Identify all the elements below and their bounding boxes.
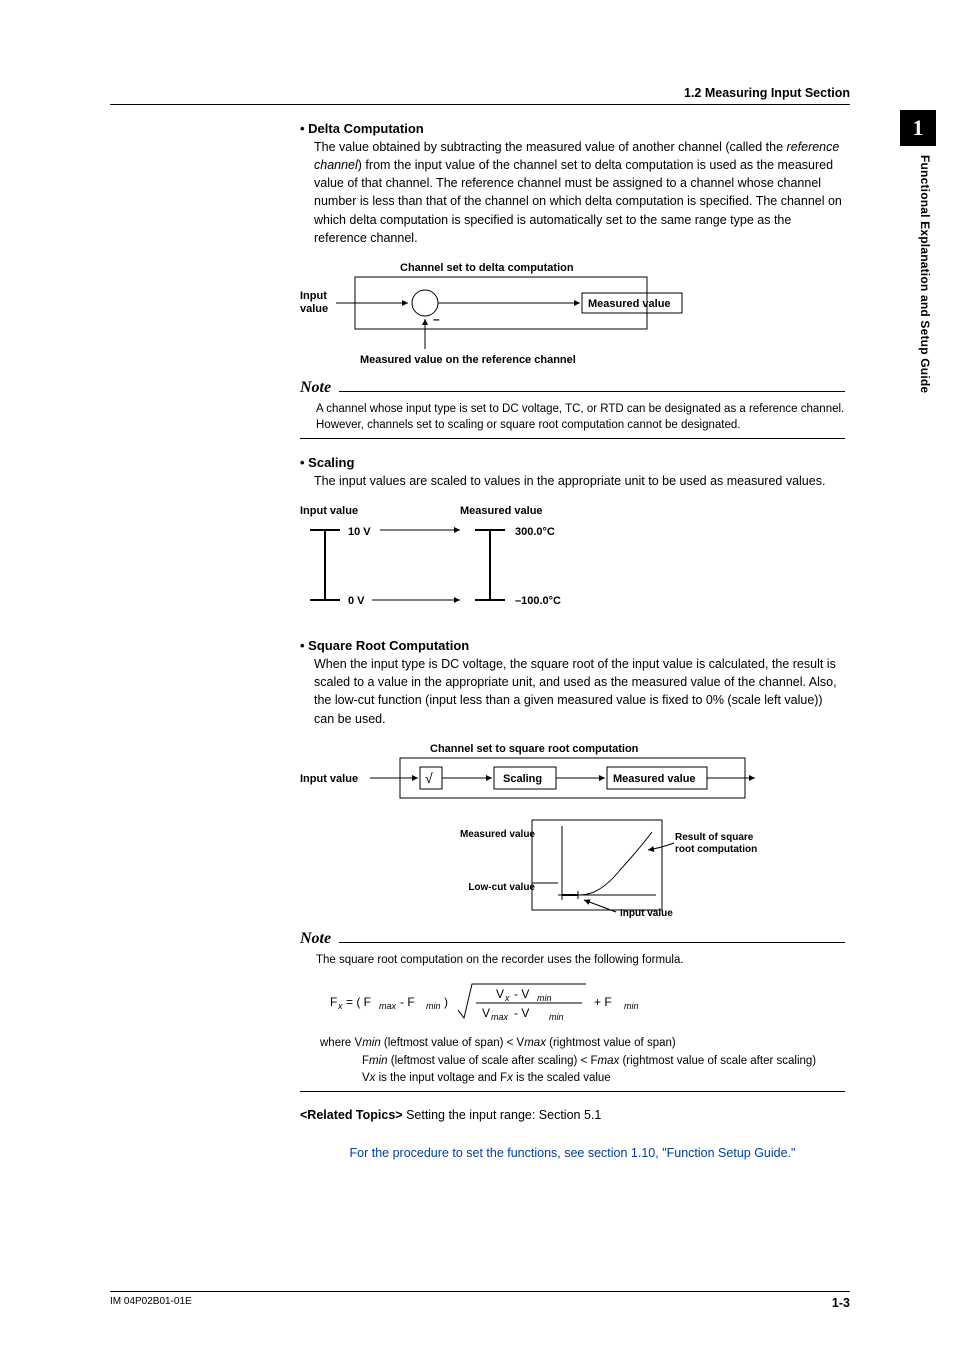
- fig-sqrt: Channel set to square root computation I…: [300, 740, 845, 920]
- page-content: 1.2 Measuring Input Section Delta Comput…: [110, 70, 850, 1160]
- where-2: Fmin (leftmost value of scale after scal…: [362, 1053, 845, 1070]
- note-rule: [339, 391, 845, 392]
- note-heading-1: Note: [300, 379, 845, 397]
- note-rule-end-2: [300, 1091, 845, 1092]
- l-result1: Result of square: [675, 832, 754, 843]
- l-measured: Measured value: [588, 298, 671, 310]
- note-intro: The square root computation on the recor…: [316, 952, 845, 969]
- note-heading-2: Note: [300, 930, 845, 948]
- note-label: Note: [300, 379, 331, 397]
- l-ivaxis: Input value: [620, 908, 673, 919]
- note-label-2: Note: [300, 930, 331, 948]
- l-out: Measured value: [460, 505, 543, 517]
- body-scaling: The input values are scaled to values in…: [314, 472, 845, 490]
- t2: ) from the input value of the channel se…: [314, 158, 842, 245]
- fig-delta: Channel set to delta computation Input v…: [300, 259, 845, 369]
- minus-sign: –: [433, 312, 440, 326]
- svg-text:min: min: [549, 1012, 564, 1022]
- l-value: value: [300, 303, 328, 315]
- svg-text:min: min: [426, 1001, 441, 1011]
- fig-title: Channel set to delta computation: [400, 262, 574, 274]
- svg-text:= ( F: = ( F: [346, 995, 371, 1009]
- heading-sqrt: Square Root Computation: [300, 638, 845, 653]
- svg-text:F: F: [330, 995, 337, 1009]
- main-content: Delta Computation The value obtained by …: [300, 121, 845, 1160]
- in-hi: 10 V: [348, 526, 371, 538]
- l-result2: root computation: [675, 844, 757, 855]
- body-sqrt: When the input type is DC voltage, the s…: [314, 655, 845, 728]
- related-topics: <Related Topics> Setting the input range…: [300, 1108, 845, 1122]
- side-label: Functional Explanation and Setup Guide: [918, 155, 932, 393]
- delta-diagram: Channel set to delta computation Input v…: [300, 259, 740, 369]
- fig-scaling: Input value Measured value 10 V 0 V 300.…: [300, 502, 845, 622]
- svg-text:- F: - F: [400, 995, 415, 1009]
- out-lo: –100.0°C: [515, 595, 561, 607]
- svg-text:): ): [444, 995, 448, 1009]
- l-ref: Measured value on the reference channel: [360, 354, 576, 366]
- note-body-1: A channel whose input type is set to DC …: [316, 401, 845, 434]
- header-rule: [110, 104, 850, 105]
- related-label: <Related Topics>: [300, 1108, 403, 1122]
- footer: IM 04P02B01-01E 1-3: [110, 1291, 850, 1310]
- related-text: Setting the input range: Section 5.1: [403, 1108, 602, 1122]
- svg-text:min: min: [624, 1001, 639, 1011]
- svg-text:+ F: + F: [594, 995, 612, 1009]
- doc-id: IM 04P02B01-01E: [110, 1296, 192, 1310]
- section-header: 1.2 Measuring Input Section: [110, 86, 850, 100]
- svg-text:x: x: [504, 993, 510, 1003]
- heading-delta: Delta Computation: [300, 121, 845, 136]
- chapter-tab: 1: [900, 110, 936, 146]
- svg-text:x: x: [337, 1001, 343, 1011]
- note-rule-2: [339, 942, 845, 943]
- sqrt-diagram: Channel set to square root computation I…: [300, 740, 845, 920]
- t: The value obtained by subtracting the me…: [314, 140, 787, 154]
- formula: Fx = ( F max - F min ) Vx - V min Vmax - V m…: [326, 976, 845, 1027]
- l-lowcut: Low-cut value: [468, 882, 535, 893]
- heading-scaling: Scaling: [300, 455, 845, 470]
- page-number: 1-3: [832, 1296, 850, 1310]
- scaling-diagram: Input value Measured value 10 V 0 V 300.…: [300, 502, 640, 622]
- svg-text:min: min: [537, 993, 552, 1003]
- body-delta: The value obtained by subtracting the me…: [314, 138, 845, 247]
- svg-text:max: max: [491, 1012, 509, 1022]
- chapter-number: 1: [913, 115, 924, 141]
- svg-text:V: V: [482, 1006, 490, 1020]
- in-lo: 0 V: [348, 595, 365, 607]
- l-input: Input: [300, 290, 327, 302]
- l-mvaxis: Measured value: [460, 829, 535, 840]
- l-inv: Input value: [300, 773, 358, 785]
- sqrt-title: Channel set to square root computation: [430, 743, 639, 755]
- out-hi: 300.0°C: [515, 526, 555, 538]
- where-block: where Vmin (leftmost value of span) < Vm…: [320, 1035, 845, 1087]
- svg-text:max: max: [379, 1001, 397, 1011]
- where-3: Vx is the input voltage and Fx is the sc…: [362, 1070, 845, 1087]
- note-rule-end: [300, 438, 845, 439]
- blue-note: For the procedure to set the functions, …: [300, 1146, 845, 1160]
- l-in: Input value: [300, 505, 358, 517]
- svg-text:- V: - V: [514, 1006, 529, 1020]
- svg-text:V: V: [496, 987, 504, 1001]
- l-scaling: Scaling: [503, 773, 542, 785]
- where-1: where Vmin (leftmost value of span) < Vm…: [320, 1035, 845, 1052]
- svg-text:- V: - V: [514, 987, 529, 1001]
- sqrt-sym: √: [425, 770, 433, 786]
- l-mv: Measured value: [613, 773, 696, 785]
